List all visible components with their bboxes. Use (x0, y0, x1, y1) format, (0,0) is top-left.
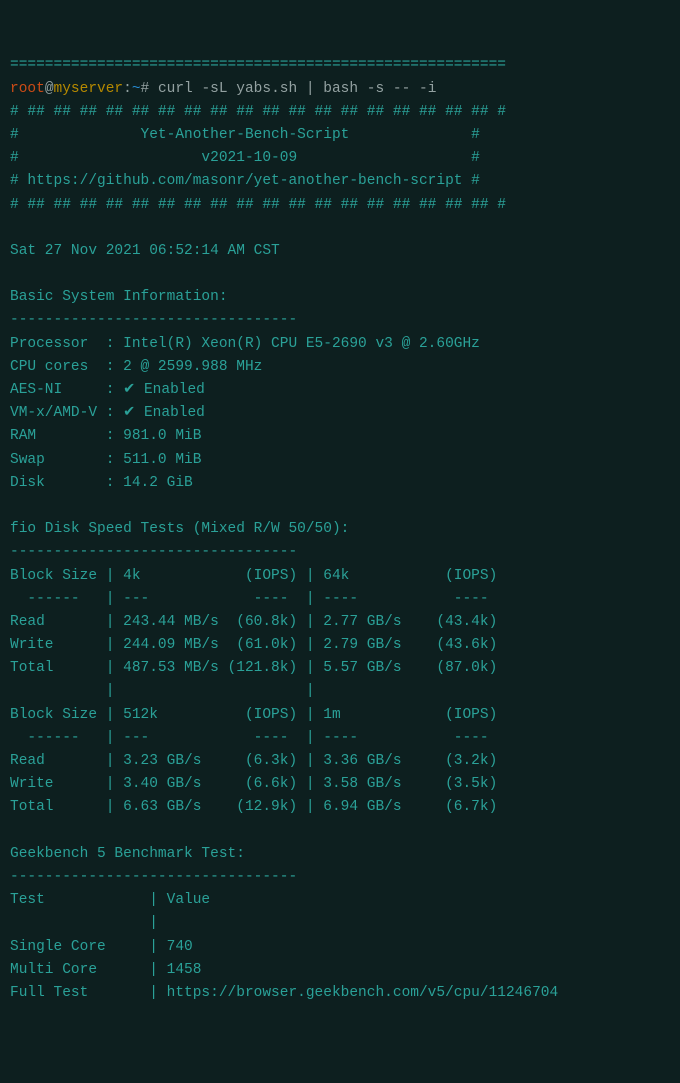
prompt-hash: # (141, 81, 158, 97)
command-text[interactable]: curl -sL yabs.sh | bash -s -- -i (158, 81, 436, 97)
geekbench-row: Full Test | https://browser.geekbench.co… (10, 982, 670, 1005)
prompt-line: root@myserver:~# curl -sL yabs.sh | bash… (10, 78, 670, 101)
sysinfo-row: RAM : 981.0 MiB (10, 425, 670, 448)
sysinfo-dash: --------------------------------- (10, 309, 670, 332)
fio-row: Total | 487.53 MB/s (121.8k) | 5.57 GB/s… (10, 657, 670, 680)
fio-row: Block Size | 512k (IOPS) | 1m (IOPS) (10, 704, 670, 727)
sysinfo-row: Swap : 511.0 MiB (10, 449, 670, 472)
prompt-user: root (10, 81, 45, 97)
prompt-path: ~ (132, 81, 141, 97)
prompt-colon: : (123, 81, 132, 97)
fio-row: Write | 3.40 GB/s (6.6k) | 3.58 GB/s (3.… (10, 773, 670, 796)
fio-row: | | (10, 680, 670, 703)
fio-row: Total | 6.63 GB/s (12.9k) | 6.94 GB/s (6… (10, 796, 670, 819)
blank (10, 820, 670, 843)
blank (10, 495, 670, 518)
sysinfo-row: CPU cores : 2 @ 2599.988 MHz (10, 356, 670, 379)
geekbench-row: | (10, 912, 670, 935)
sysinfo-header: Basic System Information: (10, 286, 670, 309)
geekbench-row: Single Core | 740 (10, 936, 670, 959)
fio-dash: --------------------------------- (10, 541, 670, 564)
prompt-at: @ (45, 81, 54, 97)
fio-row: Read | 3.23 GB/s (6.3k) | 3.36 GB/s (3.2… (10, 750, 670, 773)
geekbench-row: Multi Core | 1458 (10, 959, 670, 982)
banner-version: # v2021-10-09 # (10, 147, 670, 170)
fio-row: Read | 243.44 MB/s (60.8k) | 2.77 GB/s (… (10, 611, 670, 634)
fio-row: Write | 244.09 MB/s (61.0k) | 2.79 GB/s … (10, 634, 670, 657)
banner-hash-top: # ## ## ## ## ## ## ## ## ## ## ## ## ##… (10, 101, 670, 124)
sysinfo-row: Disk : 14.2 GiB (10, 472, 670, 495)
sysinfo-row: Processor : Intel(R) Xeon(R) CPU E5-2690… (10, 333, 670, 356)
fio-row: ------ | --- ---- | ---- ---- (10, 588, 670, 611)
banner-title: # Yet-Another-Bench-Script # (10, 124, 670, 147)
fio-row: ------ | --- ---- | ---- ---- (10, 727, 670, 750)
geekbench-row: Test | Value (10, 889, 670, 912)
sysinfo-row: AES-NI : ✔ Enabled (10, 379, 670, 402)
sysinfo-row: VM-x/AMD-V : ✔ Enabled (10, 402, 670, 425)
top-rule: ========================================… (10, 54, 670, 77)
fio-header: fio Disk Speed Tests (Mixed R/W 50/50): (10, 518, 670, 541)
prompt-host: myserver (54, 81, 124, 97)
blank (10, 263, 670, 286)
fio-row: Block Size | 4k (IOPS) | 64k (IOPS) (10, 565, 670, 588)
blank (10, 217, 670, 240)
date-line: Sat 27 Nov 2021 06:52:14 AM CST (10, 240, 670, 263)
banner-url: # https://github.com/masonr/yet-another-… (10, 170, 670, 193)
geekbench-dash: --------------------------------- (10, 866, 670, 889)
geekbench-header: Geekbench 5 Benchmark Test: (10, 843, 670, 866)
banner-hash-bottom: # ## ## ## ## ## ## ## ## ## ## ## ## ##… (10, 194, 670, 217)
